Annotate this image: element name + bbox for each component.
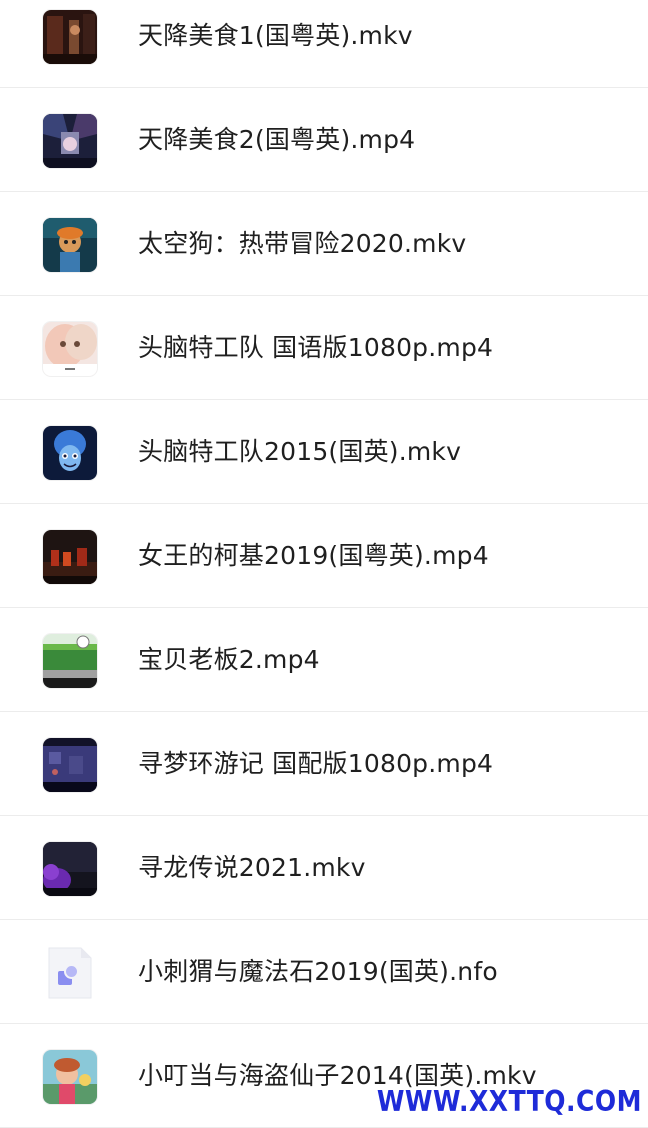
list-item[interactable]: 天降美食1(国粤英).mkv [0,0,648,88]
video-thumbnail [43,218,97,272]
list-item[interactable]: 宝贝老板2.mp4 [0,608,648,712]
list-item[interactable]: 小刺猬与魔法石2019(国英).nfo [0,920,648,1024]
list-item[interactable]: 头脑特工队2015(国英).mkv [0,400,648,504]
file-name: 宝贝老板2.mp4 [138,645,320,674]
list-item[interactable]: 寻龙传说2021.mkv [0,816,648,920]
video-thumbnail [43,114,97,168]
list-item[interactable]: 天降美食2(国粤英).mp4 [0,88,648,192]
file-name: 寻梦环游记 国配版1080p.mp4 [138,749,494,778]
file-name: 寻龙传说2021.mkv [138,853,366,882]
list-item[interactable]: 太空狗：热带冒险2020.mkv [0,192,648,296]
video-thumbnail [43,322,97,376]
file-name: 天降美食2(国粤英).mp4 [138,125,416,154]
file-list: 天降美食1(国粤英).mkv 天降美食2(国粤英).mp4 太空狗：热带冒险20… [0,0,648,1128]
list-item[interactable]: 头脑特工队 国语版1080p.mp4 [0,296,648,400]
file-name: 小刺猬与魔法石2019(国英).nfo [138,957,498,986]
video-thumbnail [43,426,97,480]
video-thumbnail [43,1050,97,1104]
video-thumbnail [43,738,97,792]
watermark: WWW.XXTTQ.COM [376,1084,642,1118]
file-name: 太空狗：热带冒险2020.mkv [138,229,467,258]
list-item[interactable]: 寻梦环游记 国配版1080p.mp4 [0,712,648,816]
video-thumbnail [43,10,97,64]
video-thumbnail [43,842,97,896]
file-name: 头脑特工队 国语版1080p.mp4 [138,333,494,362]
video-thumbnail [43,634,97,688]
video-thumbnail [43,530,97,584]
list-item[interactable]: 女王的柯基2019(国粤英).mp4 [0,504,648,608]
file-name: 天降美食1(国粤英).mkv [138,21,413,50]
file-name: 女王的柯基2019(国粤英).mp4 [138,541,489,570]
file-name: 头脑特工队2015(国英).mkv [138,437,462,466]
document-file-icon [43,946,97,1000]
